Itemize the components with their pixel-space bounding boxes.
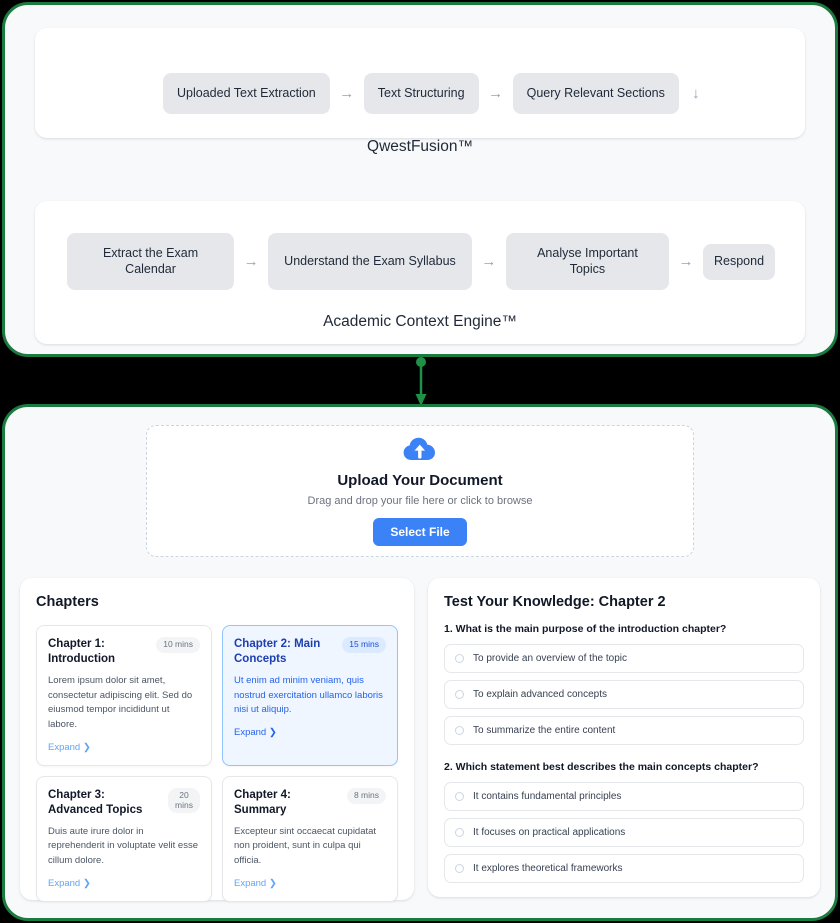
quiz-option-2-2[interactable]: It focuses on practical applications [444,818,804,847]
pipeline-step-label: Respond [713,253,765,268]
quiz-title: Test Your Knowledge: Chapter 2 [444,594,666,610]
radio-icon[interactable] [455,828,464,837]
pipeline-step-respond[interactable]: Respond [703,243,775,280]
quiz-option-label: It explores theoretical frameworks [473,863,623,874]
down-arrow-connector-icon [415,357,427,406]
select-file-button[interactable]: Select File [373,517,467,546]
pipeline-arrow-icon: → [481,253,497,270]
academic-context-engine-label: Academic Context Engine™ [323,313,517,330]
chevron-right-icon: ❯ [268,727,277,739]
pipeline-arrow-icon: → [339,85,355,102]
pipeline-step-query-relevant-sections[interactable]: Query Relevant Sections [512,73,679,114]
quiz-option-1-2[interactable]: To explain advanced concepts [444,680,804,709]
pipeline-connector [410,357,432,407]
chapter-description: Lorem ipsum dolor sit amet, consectetur … [48,674,193,731]
chapter-header: Chapter 3: Advanced Topics 20 mins [48,787,200,818]
pipeline-arrow-icon: → [488,85,504,102]
chapter-duration-badge: 20 mins [168,787,200,814]
pipeline-step-label: Analyse Important Topics [537,245,638,276]
qwestfusion-engine-label: QwestFusion™ [367,138,473,155]
chapter-expand-label: Expand [48,877,81,889]
quiz-question-1-prompt: 1. What is the main purpose of the intro… [444,623,727,635]
chapter-title: Chapter 4: Summary [234,788,291,816]
quiz-option-2-1[interactable]: It contains fundamental principles [444,782,804,811]
chapter-expand-label: Expand [48,741,81,753]
chapter-duration-badge: 15 mins [342,637,386,653]
qwestfusion-steps-row: Uploaded Text Extraction → Text Structur… [35,73,805,114]
chapter-card-1[interactable]: Chapter 1: Introduction 10 mins Lorem ip… [36,625,212,766]
pipeline-step-label: Uploaded Text Extraction [177,85,316,100]
chapter-duration-badge: 8 mins [346,787,386,804]
chapter-header: Chapter 4: Summary 8 mins [234,787,386,818]
quiz-option-label: It focuses on practical applications [473,827,626,838]
chapters-card: Chapters Chapter 1: Introduction 10 mins… [20,578,414,902]
chapter-card-3[interactable]: Chapter 3: Advanced Topics 20 mins Duis … [36,775,212,902]
chapter-expand-label: Expand [234,877,267,889]
pipeline-step-label: Extract the Exam Calendar [102,245,199,276]
chapter-card-2[interactable]: Chapter 2: Main Concepts 15 mins Ut enim… [222,625,398,766]
chapters-title: Chapters [36,594,99,610]
qwestfusion-card: Uploaded Text Extraction → Text Structur… [35,28,805,155]
chapter-title: Chapter 3: Advanced Topics [48,788,143,816]
chapter-header: Chapter 1: Introduction 10 mins [48,637,200,667]
academic-context-engine-card: Extract the Exam Calendar → Understand t… [35,201,805,344]
chapter-expand-link[interactable]: Expand ❯ [48,878,91,889]
radio-icon[interactable] [455,792,464,801]
upload-subtitle: Drag and drop your file here or click to… [307,494,533,507]
radio-icon[interactable] [455,864,464,873]
quiz-card: Test Your Knowledge: Chapter 2 1. What i… [428,578,820,897]
chapter-title: Chapter 1: Introduction [48,638,116,665]
pipeline-step-uploaded-text-extraction[interactable]: Uploaded Text Extraction [163,73,330,114]
chapter-expand-label: Expand [234,727,267,739]
quiz-option-label: To explain advanced concepts [473,689,607,700]
quiz-option-label: To summarize the entire content [473,725,616,736]
app-root: Uploaded Text Extraction → Text Structur… [0,0,840,923]
upload-title: Upload Your Document [337,471,503,489]
chapter-description: Ut enim ad minim veniam, quis nostrud ex… [234,674,383,716]
pipeline-step-extract-exam-calendar[interactable]: Extract the Exam Calendar [67,233,235,290]
cloud-upload-icon [403,437,437,467]
quiz-option-label: To provide an overview of the topic [473,653,627,664]
academic-context-steps-row: Extract the Exam Calendar → Understand t… [35,233,805,290]
pipeline-step-label: Query Relevant Sections [526,85,665,100]
quiz-option-1-3[interactable]: To summarize the entire content [444,716,804,745]
chapter-header: Chapter 2: Main Concepts 15 mins [234,637,386,667]
pipeline-arrow-icon: → [678,253,694,270]
chapter-description: Duis aute irure dolor in reprehenderit i… [48,825,198,867]
upload-dropzone[interactable]: Upload Your Document Drag and drop your … [146,425,694,557]
radio-icon[interactable] [455,690,464,699]
pipeline-panel-top: Uploaded Text Extraction → Text Structur… [2,2,838,357]
chevron-right-icon: ❯ [268,877,277,889]
quiz-option-label: It contains fundamental principles [473,791,622,802]
chapter-title: Chapter 2: Main Concepts [234,638,321,665]
chapter-description: Excepteur sint occaecat cupidatat non pr… [234,825,377,867]
chapter-expand-link[interactable]: Expand ❯ [234,727,277,738]
chapter-card-4[interactable]: Chapter 4: Summary 8 mins Excepteur sint… [222,775,398,902]
chevron-right-icon: ❯ [82,741,91,753]
chapter-duration-badge: 10 mins [156,637,200,653]
chapter-expand-link[interactable]: Expand ❯ [48,742,91,753]
chapter-expand-link[interactable]: Expand ❯ [234,878,277,889]
quiz-option-1-1[interactable]: To provide an overview of the topic [444,644,804,673]
pipeline-step-text-structuring[interactable]: Text Structuring [363,73,479,114]
pipeline-step-label: Understand the Exam Syllabus [284,253,456,268]
chapters-grid: Chapter 1: Introduction 10 mins Lorem ip… [36,625,398,902]
pipeline-step-label: Text Structuring [377,85,465,100]
pipeline-down-arrow-icon: ↓ [692,85,700,102]
quiz-option-2-3[interactable]: It explores theoretical frameworks [444,854,804,883]
quiz-question-2-prompt: 2. Which statement best describes the ma… [444,761,759,773]
chevron-right-icon: ❯ [82,877,91,889]
radio-icon[interactable] [455,654,464,663]
pipeline-step-understand-exam-syllabus[interactable]: Understand the Exam Syllabus [268,233,472,290]
pipeline-step-analyse-important-topics[interactable]: Analyse Important Topics [505,233,669,290]
radio-icon[interactable] [455,726,464,735]
pipeline-arrow-icon: → [243,253,259,270]
